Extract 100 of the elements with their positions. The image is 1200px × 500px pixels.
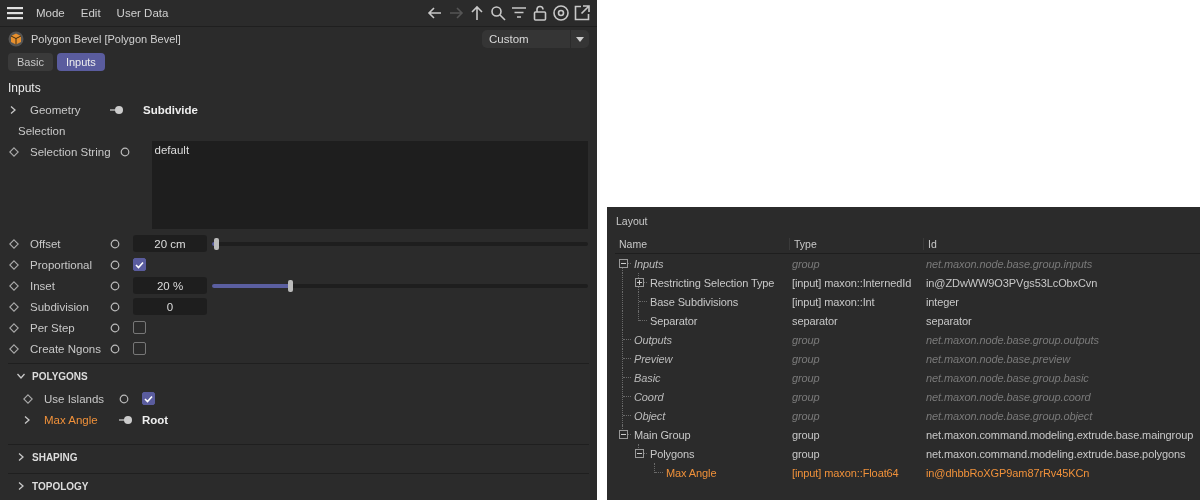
parameter-label: Max Angle: [44, 413, 99, 426]
preset-dropdown[interactable]: Custom: [482, 30, 589, 48]
table-cell-text: integer: [925, 295, 960, 308]
table-cell-text: group: [791, 409, 821, 422]
parameter-label: Use Islands: [44, 392, 106, 405]
animate-circle-icon[interactable]: [110, 301, 120, 312]
keyframe-diamond-icon[interactable]: [9, 238, 19, 249]
checkbox[interactable]: [133, 321, 146, 334]
column-header[interactable]: Type: [789, 237, 923, 250]
parameter-label: Per Step: [30, 321, 76, 334]
parameter-label: Inset: [30, 279, 56, 292]
target-icon[interactable]: [552, 4, 570, 22]
parameter-label: Selection: [18, 124, 67, 137]
keyframe-diamond-icon[interactable]: [9, 322, 19, 333]
search-icon[interactable]: [489, 4, 507, 22]
table-cell-text: net.maxon.node.base.preview: [925, 352, 1072, 365]
table-cell-text: group: [791, 390, 821, 403]
value-field[interactable]: 20 %: [133, 277, 207, 294]
table-cell-text: separator: [925, 314, 973, 327]
table-cell-text: group: [791, 371, 821, 384]
table-cell-text: net.maxon.node.base.group.outputs: [925, 333, 1100, 346]
table-cell-text: group: [791, 352, 821, 365]
collapse-toggle[interactable]: [635, 449, 644, 458]
table-cell-text: group: [791, 333, 821, 346]
tree-item[interactable]: Preview: [631, 352, 673, 365]
checkbox[interactable]: [133, 342, 146, 355]
object-title: Polygon Bevel [Polygon Bevel]: [31, 33, 181, 45]
group-header[interactable]: TOPOLOGY: [32, 480, 89, 492]
tree-item[interactable]: Basic: [631, 371, 661, 384]
chevron-icon[interactable]: [17, 481, 25, 491]
menu-item[interactable]: Mode: [28, 7, 73, 19]
parameter-label: Create Ngons: [30, 342, 102, 355]
text-area-field[interactable]: default: [151, 141, 588, 229]
parameter-label: Subdivision: [30, 300, 90, 313]
table-cell-text: group: [791, 447, 821, 460]
number-field[interactable]: 0: [133, 298, 207, 315]
caret-icon: [576, 36, 584, 42]
chevron-icon[interactable]: [9, 104, 17, 115]
tree-item[interactable]: Polygons: [647, 447, 695, 460]
parameter-label: Proportional: [30, 258, 93, 271]
menu-item[interactable]: Edit: [72, 7, 109, 19]
keyframe-diamond-icon[interactable]: [9, 301, 19, 312]
table-cell-text: group: [791, 428, 821, 441]
checkbox[interactable]: [142, 392, 155, 405]
table-cell-text: [input] maxon::Int: [791, 295, 876, 308]
tree-item[interactable]: Separator: [647, 314, 698, 327]
keyframe-diamond-icon[interactable]: [23, 393, 33, 404]
table-cell-text: group: [791, 257, 821, 270]
group-header[interactable]: POLYGONS: [32, 370, 88, 382]
tree-item[interactable]: Base Subdivisions: [647, 295, 739, 308]
table-cell-text: net.maxon.node.base.group.inputs: [925, 257, 1094, 270]
menu-item[interactable]: User Data: [108, 7, 177, 19]
table-cell-text: in@dhbbRoXGP9am87rRv45KCn: [925, 466, 1091, 479]
value-field[interactable]: 20 cm: [133, 235, 207, 252]
table-cell-text: separator: [791, 314, 839, 327]
chevron-icon[interactable]: [17, 452, 25, 462]
tree-item[interactable]: Outputs: [631, 333, 672, 346]
menu-icon[interactable]: [6, 6, 24, 20]
animate-circle-icon[interactable]: [110, 280, 120, 291]
table-cell-text: net.maxon.node.base.group.coord: [925, 390, 1092, 403]
slider-thumb[interactable]: [213, 237, 219, 250]
column-header[interactable]: Name: [615, 237, 789, 250]
keyframe-diamond-icon[interactable]: [9, 343, 19, 354]
collapse-toggle[interactable]: [619, 430, 628, 439]
port-link-icon[interactable]: [119, 414, 133, 425]
keyframe-diamond-icon[interactable]: [9, 146, 19, 157]
linked-value: Root: [142, 413, 169, 426]
group-header[interactable]: SHAPING: [32, 451, 78, 463]
animate-circle-icon[interactable]: [110, 322, 120, 333]
table-cell-text: [input] maxon::Float64: [791, 466, 900, 479]
tree-item[interactable]: Coord: [631, 390, 664, 403]
checkbox[interactable]: [133, 258, 146, 271]
tab[interactable]: Basic: [8, 53, 53, 71]
parameter-label: Geometry: [30, 103, 82, 116]
chevron-icon[interactable]: [16, 372, 26, 380]
tab[interactable]: Inputs: [56, 53, 105, 71]
table-cell-text: net.maxon.command.modeling.extrude.base.maingroup: [925, 428, 1195, 441]
expand-toggle[interactable]: [635, 278, 644, 287]
chevron-icon[interactable]: [23, 414, 31, 425]
keyframe-diamond-icon[interactable]: [9, 259, 19, 270]
animate-circle-icon[interactable]: [110, 238, 120, 249]
keyframe-diamond-icon[interactable]: [9, 280, 19, 291]
lock-icon[interactable]: [531, 4, 549, 22]
tree-item[interactable]: Main Group: [631, 428, 691, 441]
animate-circle-icon[interactable]: [119, 146, 130, 157]
column-header[interactable]: Id: [923, 237, 1200, 250]
section-title: Inputs: [7, 80, 42, 97]
animate-circle-icon[interactable]: [119, 393, 129, 404]
tree-item[interactable]: Max Angle: [663, 466, 717, 479]
animate-circle-icon[interactable]: [110, 343, 120, 354]
tree-item[interactable]: Object: [631, 409, 666, 422]
slider-thumb[interactable]: [287, 279, 293, 292]
table-cell-text: [input] maxon::InternedId: [791, 276, 913, 289]
tree-item[interactable]: Restricting Selection Type: [647, 276, 775, 289]
animate-circle-icon[interactable]: [110, 259, 120, 270]
tree-item[interactable]: Inputs: [631, 257, 664, 270]
table-cell-text: net.maxon.command.modeling.extrude.base.polygons: [925, 447, 1187, 460]
port-link-icon[interactable]: [110, 104, 124, 115]
external-link-icon[interactable]: [573, 4, 591, 22]
collapse-toggle[interactable]: [619, 259, 628, 268]
